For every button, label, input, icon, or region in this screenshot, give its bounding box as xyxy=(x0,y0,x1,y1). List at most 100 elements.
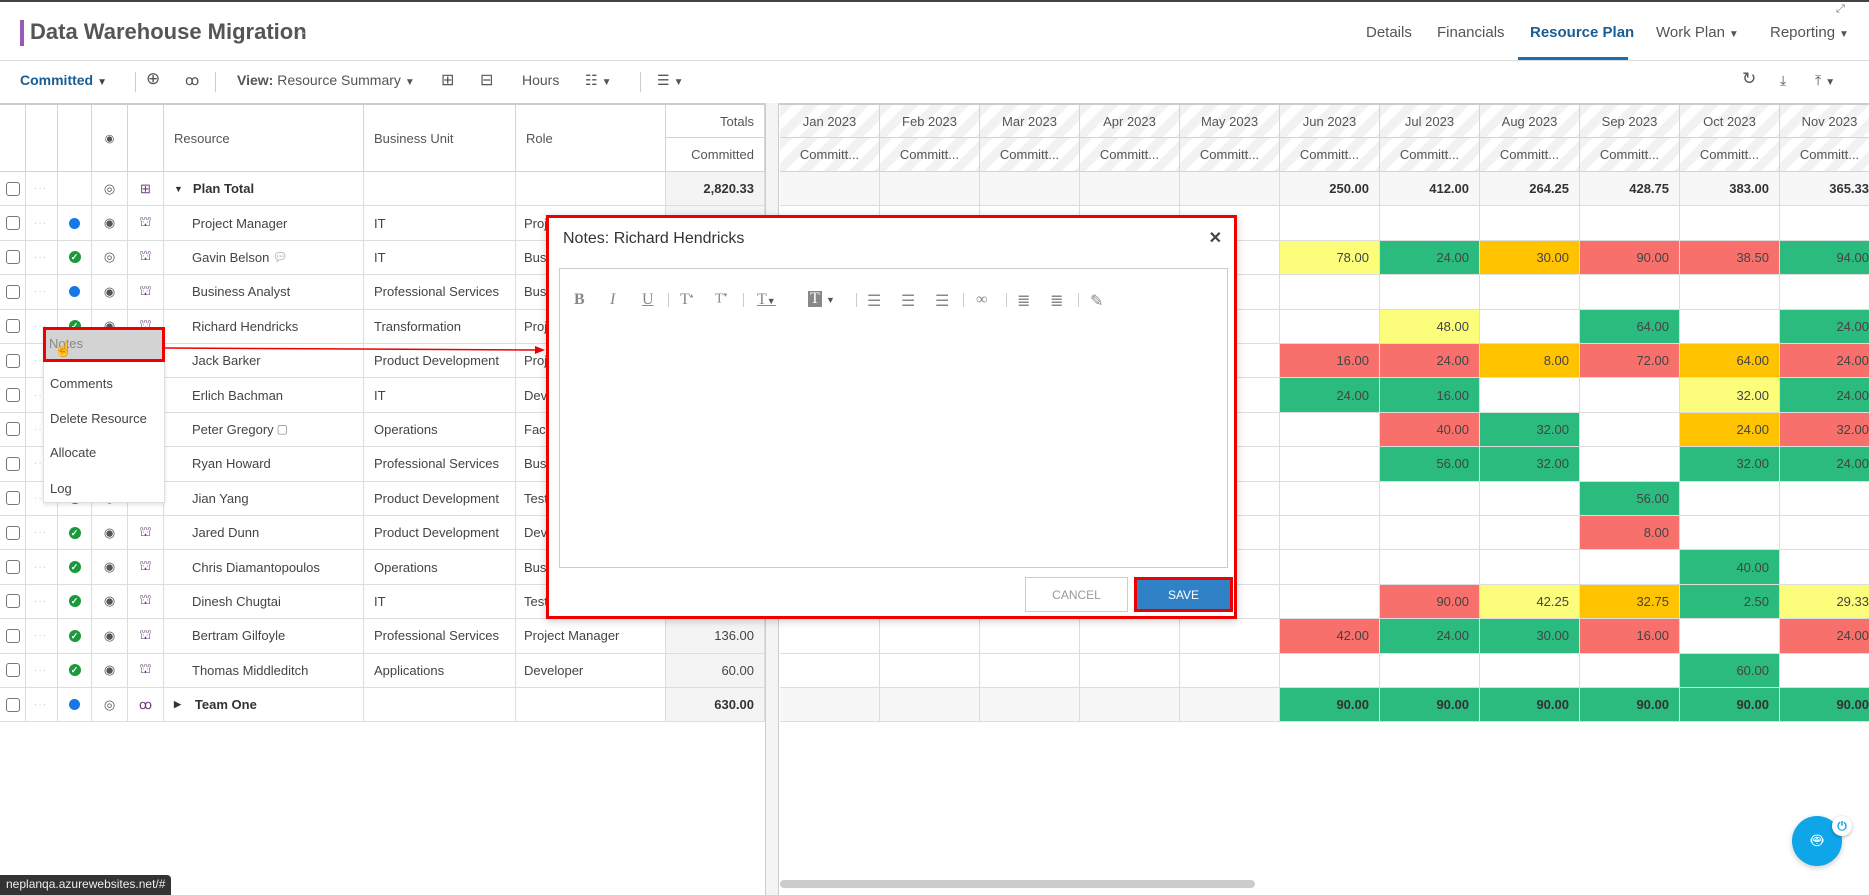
checkbox[interactable] xyxy=(6,353,20,368)
more-icon[interactable]: ··· xyxy=(34,218,47,229)
allocation-cell[interactable] xyxy=(1580,206,1680,241)
font-color-icon[interactable]: T▼ xyxy=(757,291,776,309)
row-actions[interactable]: ··· xyxy=(26,550,58,585)
clear-format-icon[interactable]: ✎ xyxy=(1090,291,1103,311)
allocation-cell[interactable] xyxy=(1380,206,1480,241)
row-visibility[interactable]: ◉ xyxy=(92,619,128,654)
more-icon[interactable]: ··· xyxy=(34,562,47,573)
allocation-cell[interactable] xyxy=(1080,619,1180,654)
row-total[interactable]: 136.00 xyxy=(666,619,765,654)
allocation-cell[interactable]: 64.00 xyxy=(1680,344,1780,379)
allocation-cell[interactable]: 32.00 xyxy=(1680,447,1780,482)
month-header[interactable]: Jun 2023 xyxy=(1280,105,1380,138)
business-unit[interactable]: Operations xyxy=(364,550,516,585)
month-header[interactable]: May 2023 xyxy=(1180,105,1280,138)
row-type[interactable]: ⊞ xyxy=(128,172,164,207)
allocation-cell[interactable] xyxy=(780,172,880,207)
allocation-cell[interactable]: 32.75 xyxy=(1580,584,1680,620)
business-unit[interactable]: Operations xyxy=(364,412,516,448)
month-subheader[interactable]: Committ... xyxy=(880,138,980,172)
allocation-cell[interactable]: 412.00 xyxy=(1380,172,1480,207)
menu-item-notes-highlight[interactable]: Notes ☝ xyxy=(43,327,165,362)
expand-all-icon[interactable]: ⊞ xyxy=(441,70,454,90)
allocation-cell[interactable]: 24.00 xyxy=(1780,344,1869,379)
checkbox[interactable] xyxy=(6,319,20,334)
allocation-cell[interactable]: 42.00 xyxy=(1280,619,1380,654)
menu-item-allocate[interactable]: Allocate xyxy=(50,445,96,460)
allocation-cell[interactable]: 16.00 xyxy=(1380,378,1480,413)
header-role[interactable]: Role xyxy=(516,105,666,172)
allocation-cell[interactable]: 24.00 xyxy=(1780,619,1869,654)
checkbox[interactable] xyxy=(6,388,20,403)
eye-off-icon[interactable]: ◎ xyxy=(104,249,115,265)
allocation-cell[interactable]: 8.00 xyxy=(1480,344,1580,379)
allocation-cell[interactable] xyxy=(1580,653,1680,688)
business-unit[interactable]: Applications xyxy=(364,653,516,688)
month-header[interactable]: Feb 2023 xyxy=(880,105,980,138)
role[interactable]: Project Manager xyxy=(516,619,666,654)
resource-name[interactable]: Chris Diamantopoulos xyxy=(164,550,364,585)
role[interactable] xyxy=(516,172,666,207)
allocation-cell[interactable]: 90.00 xyxy=(1280,688,1380,723)
menu-item-comments[interactable]: Comments xyxy=(50,376,113,391)
month-subheader[interactable]: Committ... xyxy=(1480,138,1580,172)
allocation-cell[interactable] xyxy=(980,619,1080,654)
allocation-cell[interactable] xyxy=(980,172,1080,207)
row-checkbox[interactable] xyxy=(0,172,26,207)
allocation-cell[interactable]: 56.00 xyxy=(1380,447,1480,482)
row-status[interactable] xyxy=(58,172,92,207)
allocation-cell[interactable]: 40.00 xyxy=(1680,550,1780,585)
allocation-cell[interactable] xyxy=(1680,481,1780,516)
upload-icon[interactable]: ⤒ ▼ xyxy=(1815,72,1835,89)
row-status[interactable] xyxy=(58,206,92,241)
superscript-icon[interactable]: T▴ xyxy=(680,291,693,309)
allocation-cell[interactable] xyxy=(1680,309,1780,344)
row-checkbox[interactable] xyxy=(0,240,26,276)
allocation-cell[interactable] xyxy=(1380,550,1480,585)
allocation-cell[interactable] xyxy=(1480,516,1580,551)
month-header[interactable]: Aug 2023 xyxy=(1480,105,1580,138)
allocation-cell[interactable] xyxy=(1280,516,1380,551)
header-business-unit[interactable]: Business Unit xyxy=(364,105,516,172)
row-actions[interactable]: ··· xyxy=(26,240,58,276)
allocation-cell[interactable] xyxy=(1280,412,1380,448)
business-unit[interactable]: IT xyxy=(364,240,516,276)
eye-off-icon[interactable]: ◎ xyxy=(104,697,115,713)
checkbox[interactable] xyxy=(6,456,20,471)
header-totals[interactable]: Totals xyxy=(666,105,765,138)
header-actions[interactable] xyxy=(26,105,58,172)
business-unit[interactable]: Professional Services xyxy=(364,619,516,654)
row-checkbox[interactable] xyxy=(0,447,26,482)
row-status[interactable]: ✓ xyxy=(58,619,92,654)
allocation-cell[interactable]: 32.00 xyxy=(1480,447,1580,482)
underline-icon[interactable]: U xyxy=(642,291,654,309)
allocation-cell[interactable] xyxy=(1280,550,1380,585)
align-center-icon[interactable]: ☰ xyxy=(901,291,915,311)
resource-name[interactable]: Project Manager xyxy=(164,206,364,241)
eye-off-icon[interactable]: ◎ xyxy=(104,181,115,197)
month-subheader[interactable]: Committ... xyxy=(1280,138,1380,172)
resource-name[interactable]: Jian Yang xyxy=(164,481,364,516)
allocation-cell[interactable] xyxy=(880,653,980,688)
eye-icon[interactable]: ◉ xyxy=(104,593,115,609)
checkbox[interactable] xyxy=(6,250,20,265)
allocation-cell[interactable]: 94.00 xyxy=(1780,240,1869,276)
allocation-cell[interactable]: 90.00 xyxy=(1380,688,1480,723)
view-dropdown[interactable]: View: Resource Summary ▼ xyxy=(237,72,415,88)
checkbox[interactable] xyxy=(6,525,20,540)
allocation-cell[interactable]: 42.25 xyxy=(1480,584,1580,620)
row-visibility[interactable]: ◉ xyxy=(92,584,128,620)
eye-icon[interactable]: ◉ xyxy=(104,525,115,541)
month-header[interactable]: Jul 2023 xyxy=(1380,105,1480,138)
tab-resource-plan[interactable]: Resource Plan xyxy=(1530,24,1634,41)
allocation-cell[interactable] xyxy=(1280,481,1380,516)
add-circle-icon[interactable]: ⊕ xyxy=(146,69,160,89)
align-right-icon[interactable]: ☰ xyxy=(935,291,949,311)
allocation-cell[interactable] xyxy=(1780,653,1869,688)
allocation-cell[interactable]: 24.00 xyxy=(1780,378,1869,413)
allocation-cell[interactable]: 32.00 xyxy=(1480,412,1580,448)
tab-details[interactable]: Details xyxy=(1366,24,1412,41)
checkbox[interactable] xyxy=(6,422,20,437)
menu-icon[interactable]: ☰ ▼ xyxy=(657,72,683,89)
row-visibility[interactable]: ◉ xyxy=(92,550,128,585)
